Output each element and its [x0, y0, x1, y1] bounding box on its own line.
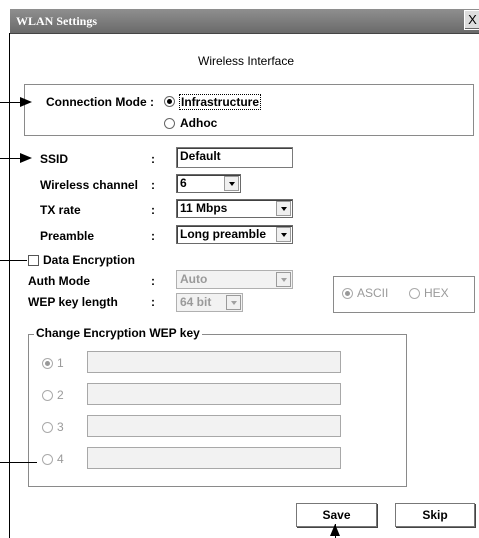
chevron-down-icon[interactable]	[276, 272, 291, 287]
connection-mode-label: Connection Mode :	[46, 95, 154, 109]
callout-line	[0, 158, 22, 159]
colon: :	[151, 178, 155, 192]
data-encryption-checkbox[interactable]	[28, 255, 39, 266]
key-2-input[interactable]	[87, 383, 341, 405]
chevron-down-icon[interactable]	[224, 176, 239, 191]
key-1-input[interactable]	[87, 351, 341, 373]
radio-ascii[interactable]	[342, 288, 353, 299]
key-1-label[interactable]: 1	[57, 356, 64, 370]
auth-mode-value: Auto	[180, 272, 208, 286]
infrastructure-label[interactable]: Infrastructure	[179, 94, 262, 110]
data-encryption-label[interactable]: Data Encryption	[43, 253, 135, 267]
callout-line	[0, 102, 22, 103]
chevron-down-icon[interactable]	[226, 295, 241, 310]
key-4-input[interactable]	[87, 447, 341, 469]
radio-adhoc[interactable]	[164, 118, 175, 129]
wep-key-group-title: Change Encryption WEP key	[34, 326, 202, 340]
arrow-right-icon	[20, 153, 32, 163]
key-2-label[interactable]: 2	[57, 388, 64, 402]
colon: :	[151, 274, 155, 288]
radio-key-4[interactable]	[42, 454, 53, 465]
channel-select[interactable]: 6	[176, 174, 241, 193]
colon: :	[151, 152, 155, 166]
preamble-value: Long preamble	[180, 227, 267, 241]
txrate-select[interactable]: 11 Mbps	[176, 199, 293, 218]
colon: :	[151, 203, 155, 217]
callout-line	[0, 260, 27, 261]
key-3-label[interactable]: 3	[57, 420, 64, 434]
preamble-select[interactable]: Long preamble	[176, 225, 293, 244]
radio-key-1[interactable]	[42, 358, 53, 369]
hex-label[interactable]: HEX	[424, 286, 449, 300]
wep-length-value: 64 bit	[180, 295, 212, 309]
radio-infrastructure[interactable]	[164, 96, 175, 107]
ssid-label: SSID	[40, 152, 69, 166]
txrate-label: TX rate	[40, 203, 81, 217]
auth-mode-label: Auth Mode	[28, 274, 90, 288]
skip-button[interactable]: Skip	[395, 503, 475, 527]
key-4-label[interactable]: 4	[57, 452, 64, 466]
radio-hex[interactable]	[409, 288, 420, 299]
colon: :	[151, 295, 155, 309]
colon: :	[151, 229, 155, 243]
ssid-input[interactable]: Default	[176, 147, 293, 168]
chevron-down-icon[interactable]	[276, 227, 291, 242]
auth-mode-select[interactable]: Auto	[176, 270, 293, 289]
window-title: WLAN Settings	[16, 14, 98, 28]
wep-length-select[interactable]: 64 bit	[176, 293, 243, 312]
chevron-down-icon[interactable]	[276, 201, 291, 216]
channel-label: Wireless channel	[40, 178, 138, 192]
arrow-up-icon	[330, 524, 340, 536]
title-bar: WLAN Settings	[10, 9, 479, 34]
arrow-right-icon	[20, 97, 32, 107]
adhoc-label[interactable]: Adhoc	[180, 116, 217, 130]
section-heading: Wireless Interface	[198, 54, 295, 68]
connection-mode-group	[24, 84, 474, 136]
wep-length-label: WEP key length	[28, 295, 118, 309]
txrate-value: 11 Mbps	[180, 201, 228, 215]
radio-key-2[interactable]	[42, 390, 53, 401]
ascii-label[interactable]: ASCII	[357, 286, 388, 300]
channel-value: 6	[180, 176, 187, 190]
close-icon[interactable]: X	[464, 10, 479, 30]
callout-line	[0, 462, 37, 463]
key-format-group	[333, 276, 475, 313]
radio-key-3[interactable]	[42, 422, 53, 433]
preamble-label: Preamble	[40, 229, 95, 243]
key-3-input[interactable]	[87, 415, 341, 437]
